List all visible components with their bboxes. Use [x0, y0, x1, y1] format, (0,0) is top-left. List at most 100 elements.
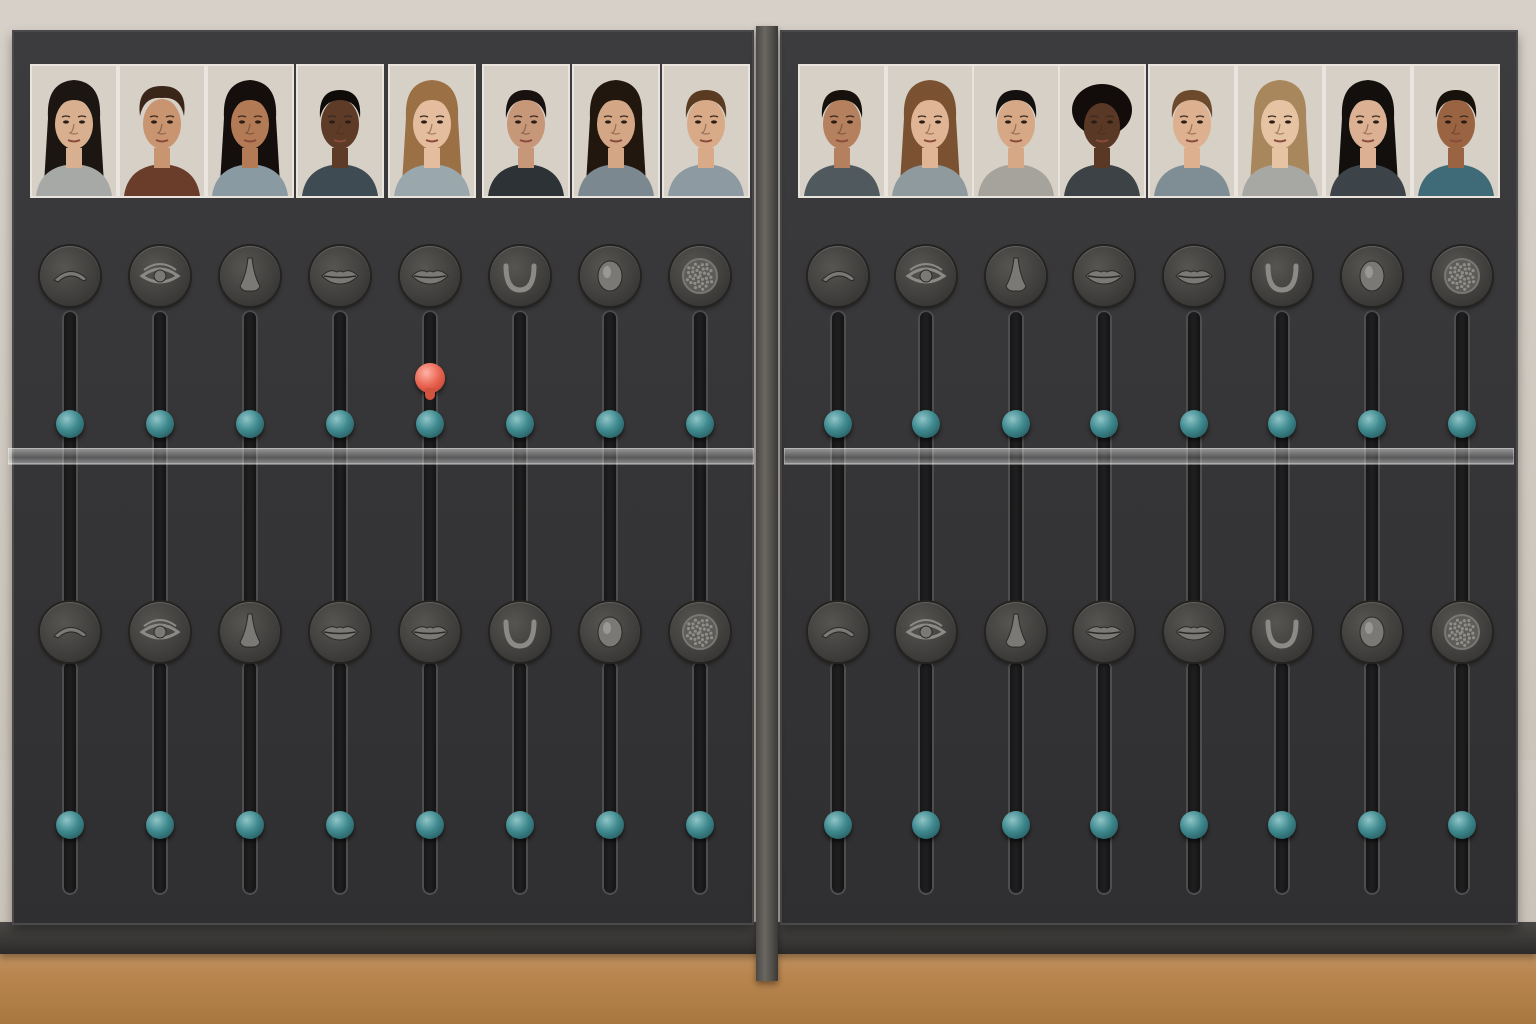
left-upper-eye-icon [130, 246, 190, 306]
left-upper-cheek-icon [580, 246, 640, 306]
left-lower-slider-knob-4[interactable] [326, 810, 354, 839]
left-upper-nose-icon [220, 246, 280, 306]
right-upper-brow-icon [808, 246, 868, 306]
left-base [0, 922, 760, 954]
left-lower-eye-icon [130, 602, 190, 662]
stage [0, 0, 1536, 1024]
right-upper-slider-knob-3[interactable] [1002, 410, 1030, 438]
left-lower-brow-icon [40, 602, 100, 662]
right-lower-slot-7 [1364, 660, 1380, 895]
right-upper-slider-knob-4[interactable] [1090, 410, 1118, 438]
right-lower-brow-icon [808, 602, 868, 662]
right-lower-slider-knob-6[interactable] [1268, 810, 1296, 839]
left-upper-skin-texture-icon [670, 246, 730, 306]
left-lower-slider-knob-6[interactable] [506, 810, 534, 839]
left-lower-chin-icon [490, 602, 550, 662]
left-lower-slot-5 [422, 660, 438, 895]
right-lower-slider-knob-2[interactable] [912, 810, 940, 839]
left-upper-slider-knob-6[interactable] [506, 410, 534, 438]
right-lower-chin-icon [1252, 602, 1312, 662]
left-upper-slider-knob-1[interactable] [56, 410, 84, 438]
left-portrait-photo-3 [208, 66, 292, 196]
left-lower-slot-6 [512, 660, 528, 895]
right-glass-rail [784, 448, 1514, 464]
right-base [776, 922, 1536, 954]
right-lower-slider-knob-3[interactable] [1002, 810, 1030, 839]
left-upper-lips-icon [400, 246, 460, 306]
right-upper-slider-knob-1[interactable] [824, 410, 852, 438]
red-marker-pin-tail [425, 388, 435, 400]
left-lower-slider-knob-7[interactable] [596, 810, 624, 839]
left-lower-slot-7 [602, 660, 618, 895]
right-lower-cheek-icon [1342, 602, 1402, 662]
left-upper-slider-knob-7[interactable] [596, 410, 624, 438]
left-upper-slider-knob-2[interactable] [146, 410, 174, 438]
right-upper-skin-texture-icon [1432, 246, 1492, 306]
left-lower-slider-knob-8[interactable] [686, 810, 714, 839]
right-lower-slot-2 [918, 660, 934, 895]
right-upper-lips-icon [1164, 246, 1224, 306]
left-lower-slot-3 [242, 660, 258, 895]
right-portrait-photo-8 [1414, 66, 1498, 196]
left-portrait-photo-2 [120, 66, 204, 196]
left-lower-slot-4 [332, 660, 348, 895]
right-upper-chin-icon [1252, 246, 1312, 306]
left-lower-slider-knob-3[interactable] [236, 810, 264, 839]
right-lower-slider-knob-4[interactable] [1090, 810, 1118, 839]
right-portrait-photo-3 [974, 66, 1058, 196]
right-lower-slot-3 [1008, 660, 1024, 895]
left-upper-chin-icon [490, 246, 550, 306]
right-upper-cheek-icon [1342, 246, 1402, 306]
center-divider-post [756, 26, 778, 981]
right-upper-slider-knob-8[interactable] [1448, 410, 1476, 438]
left-upper-brow-icon [40, 246, 100, 306]
left-upper-slider-knob-5[interactable] [416, 410, 444, 438]
right-portrait-photo-5 [1150, 66, 1234, 196]
right-upper-lips-icon [1074, 246, 1134, 306]
left-lower-cheek-icon [580, 602, 640, 662]
left-portrait-photo-4 [298, 66, 382, 196]
right-lower-slider-knob-1[interactable] [824, 810, 852, 839]
right-portrait-photo-7 [1326, 66, 1410, 196]
right-lower-lips-icon [1164, 602, 1224, 662]
right-portrait-photo-4 [1060, 66, 1144, 196]
left-lower-slider-knob-5[interactable] [416, 810, 444, 839]
left-lower-lips-icon [310, 602, 370, 662]
right-upper-slider-knob-6[interactable] [1268, 410, 1296, 438]
right-lower-slider-knob-7[interactable] [1358, 810, 1386, 839]
left-lower-slot-1 [62, 660, 78, 895]
left-upper-slider-knob-8[interactable] [686, 410, 714, 438]
left-upper-slider-knob-3[interactable] [236, 410, 264, 438]
left-glass-rail [8, 448, 754, 464]
left-portrait-photo-5 [390, 66, 474, 196]
right-lower-slot-4 [1096, 660, 1112, 895]
left-lower-skin-texture-icon [670, 602, 730, 662]
right-lower-slider-knob-8[interactable] [1448, 810, 1476, 839]
right-upper-slider-knob-5[interactable] [1180, 410, 1208, 438]
left-upper-lips-icon [310, 246, 370, 306]
right-upper-eye-icon [896, 246, 956, 306]
left-lower-lips-icon [400, 602, 460, 662]
left-lower-slider-knob-1[interactable] [56, 810, 84, 839]
left-lower-slider-knob-2[interactable] [146, 810, 174, 839]
right-portrait-photo-2 [888, 66, 972, 196]
right-upper-slider-knob-7[interactable] [1358, 410, 1386, 438]
right-portrait-photo-6 [1238, 66, 1322, 196]
left-portrait-photo-1 [32, 66, 116, 196]
left-lower-slot-2 [152, 660, 168, 895]
left-upper-slider-knob-4[interactable] [326, 410, 354, 438]
right-lower-eye-icon [896, 602, 956, 662]
right-lower-slot-6 [1274, 660, 1290, 895]
right-portrait-photo-1 [800, 66, 884, 196]
left-portrait-photo-6 [484, 66, 568, 196]
left-lower-nose-icon [220, 602, 280, 662]
right-lower-slot-5 [1186, 660, 1202, 895]
right-lower-skin-texture-icon [1432, 602, 1492, 662]
left-lower-slot-8 [692, 660, 708, 895]
left-portrait-photo-7 [574, 66, 658, 196]
right-upper-slider-knob-2[interactable] [912, 410, 940, 438]
right-lower-slider-knob-5[interactable] [1180, 810, 1208, 839]
right-lower-slot-1 [830, 660, 846, 895]
right-lower-slot-8 [1454, 660, 1470, 895]
right-lower-nose-icon [986, 602, 1046, 662]
